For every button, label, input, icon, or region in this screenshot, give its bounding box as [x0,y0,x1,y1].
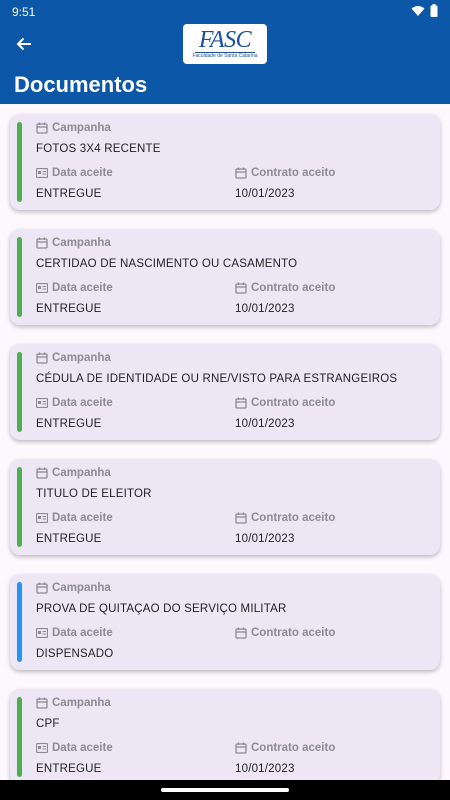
campaign-label: Campanha [36,582,111,594]
document-status: ENTREGUE [36,418,102,430]
status-icons [411,4,438,20]
calendar-icon [235,742,247,754]
contract-accepted-label-text: Contrato aceito [251,512,336,524]
accepted-date-label: Data aceite [36,512,113,524]
documents-list: Campanha FOTOS 3X4 RECENTE Data aceite E… [0,104,450,780]
status-indicator [17,582,22,662]
contract-date: 10/01/2023 [235,188,295,200]
accepted-date-label-text: Data aceite [52,282,113,294]
arrow-back-icon [15,35,33,58]
campaign-label-text: Campanha [52,122,111,134]
calendar-icon [36,582,48,594]
accepted-date-label-text: Data aceite [52,742,113,754]
document-card[interactable]: Campanha TITULO DE ELEITOR Data aceite E… [10,459,440,555]
document-name: TITULO DE ELEITOR [36,488,152,500]
contract-accepted-label-text: Contrato aceito [251,627,336,639]
accepted-date-label-text: Data aceite [52,512,113,524]
gesture-handle[interactable] [161,788,289,792]
status-indicator [17,237,22,317]
page-title: Documentos [14,72,148,97]
calendar-icon [36,122,48,134]
calendar-icon [235,397,247,409]
contract-accepted-label-text: Contrato aceito [251,167,336,179]
campaign-label-text: Campanha [52,237,111,249]
status-time: 9:51 [12,5,36,19]
accepted-date-label-text: Data aceite [52,397,113,409]
contract-accepted-label: Contrato aceito [235,512,335,524]
document-card[interactable]: Campanha FOTOS 3X4 RECENTE Data aceite E… [10,114,440,210]
contract-date: 10/01/2023 [235,303,295,315]
campaign-label-text: Campanha [52,697,111,709]
status-indicator [17,122,22,202]
contract-accepted-label-text: Contrato aceito [251,397,336,409]
calendar-icon [36,237,48,249]
id-card-icon [36,743,48,753]
contract-accepted-label: Contrato aceito [235,742,335,754]
accepted-date-label: Data aceite [36,167,113,179]
wifi-icon [411,5,425,20]
accepted-date-label-text: Data aceite [52,167,113,179]
contract-date: 10/01/2023 [235,533,295,545]
document-status: ENTREGUE [36,188,102,200]
accepted-date-label: Data aceite [36,627,113,639]
accepted-date-label-text: Data aceite [52,627,113,639]
app-bar: FASC Faculdade de Santa Catarina Documen… [0,24,450,104]
campaign-label-text: Campanha [52,582,111,594]
campaign-label-text: Campanha [52,467,111,479]
calendar-icon [235,167,247,179]
calendar-icon [36,697,48,709]
document-card[interactable]: Campanha CERTIDAO DE NASCIMENTO OU CASAM… [10,229,440,325]
campaign-label: Campanha [36,237,111,249]
contract-accepted-label: Contrato aceito [235,167,335,179]
battery-icon [430,4,438,20]
document-status: ENTREGUE [36,533,102,545]
campaign-label: Campanha [36,697,111,709]
calendar-icon [36,467,48,479]
document-name: CERTIDAO DE NASCIMENTO OU CASAMENTO [36,258,298,270]
contract-accepted-label-text: Contrato aceito [251,742,336,754]
campaign-label: Campanha [36,467,111,479]
id-card-icon [36,283,48,293]
calendar-icon [235,627,247,639]
document-status: ENTREGUE [36,303,102,315]
calendar-icon [235,512,247,524]
status-indicator [17,352,22,432]
accepted-date-label: Data aceite [36,282,113,294]
calendar-icon [36,352,48,364]
id-card-icon [36,168,48,178]
document-name: FOTOS 3X4 RECENTE [36,143,161,155]
logo-text: FASC [194,28,256,53]
back-button[interactable] [10,32,38,60]
navigation-bar [0,780,450,800]
accepted-date-label: Data aceite [36,397,113,409]
status-indicator [17,467,22,547]
contract-date: 10/01/2023 [235,418,295,430]
contract-accepted-label-text: Contrato aceito [251,282,336,294]
campaign-label-text: Campanha [52,352,111,364]
document-name: PROVA DE QUITAÇAO DO SERVIÇO MILITAR [36,603,287,615]
contract-accepted-label: Contrato aceito [235,627,335,639]
status-bar: 9:51 [0,0,450,24]
document-card[interactable]: Campanha PROVA DE QUITAÇAO DO SERVIÇO MI… [10,574,440,670]
contract-date: 10/01/2023 [235,763,295,775]
accepted-date-label: Data aceite [36,742,113,754]
fasc-logo: FASC Faculdade de Santa Catarina [183,24,267,64]
contract-accepted-label: Contrato aceito [235,397,335,409]
id-card-icon [36,398,48,408]
status-indicator [17,697,22,777]
calendar-icon [235,282,247,294]
campaign-label: Campanha [36,352,111,364]
document-name: CPF [36,718,60,730]
id-card-icon [36,628,48,638]
document-card[interactable]: Campanha CPF Data aceite ENTREGUE Contra… [10,689,440,780]
contract-accepted-label: Contrato aceito [235,282,335,294]
document-status: DISPENSADO [36,648,114,660]
id-card-icon [36,513,48,523]
campaign-label: Campanha [36,122,111,134]
document-name: CÉDULA DE IDENTIDADE OU RNE/VISTO PARA E… [36,373,398,385]
logo-subtitle: Faculdade de Santa Catarina [192,53,258,59]
document-status: ENTREGUE [36,763,102,775]
document-card[interactable]: Campanha CÉDULA DE IDENTIDADE OU RNE/VIS… [10,344,440,440]
